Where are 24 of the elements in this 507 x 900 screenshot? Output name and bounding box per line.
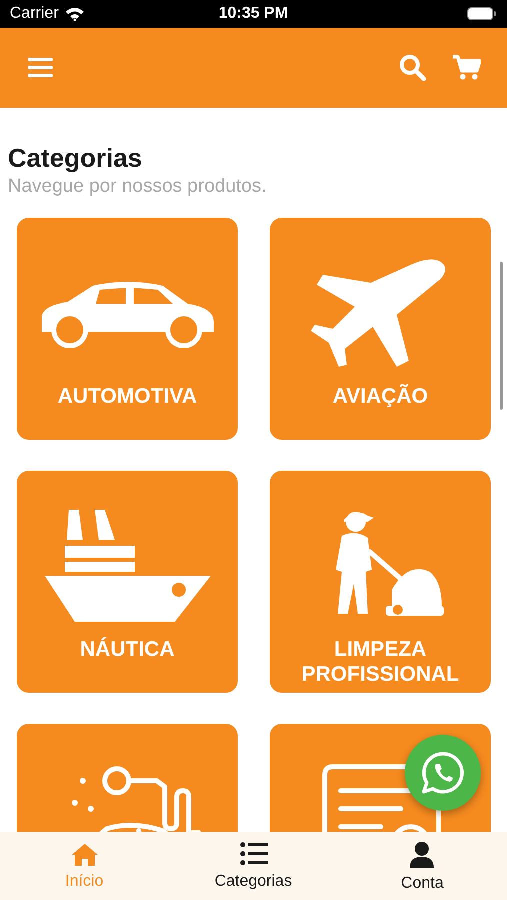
time-label: 10:35 PM — [218, 4, 288, 24]
list-icon — [240, 842, 268, 866]
cart-icon — [453, 55, 481, 81]
search-icon — [399, 54, 427, 82]
category-card[interactable]: AVIAÇÃO — [270, 218, 491, 440]
nav-tab[interactable]: Início — [65, 842, 104, 894]
category-card[interactable]: LIMPEZA PROFISSIONAL — [270, 471, 491, 693]
category-card[interactable]: NÁUTICA — [17, 471, 238, 693]
phone-chat-icon — [421, 751, 465, 795]
nav-tab[interactable]: Conta — [401, 842, 444, 896]
nav-tab[interactable]: Categorias — [214, 842, 292, 894]
page-subtitle: Navegue por nossos produtos. — [8, 175, 268, 199]
wifi-icon — [64, 7, 85, 21]
battery-icon — [467, 7, 497, 21]
carrier-label: Carrier — [10, 4, 59, 24]
page-title: Categorias — [8, 142, 144, 174]
cart-button[interactable] — [453, 55, 481, 81]
category-card[interactable]: AUTOMOTIVA — [17, 218, 238, 440]
user-icon — [410, 842, 434, 868]
search-button[interactable] — [399, 54, 427, 82]
home-icon — [70, 842, 98, 866]
ship-icon — [44, 510, 210, 622]
menu-icon — [28, 57, 53, 79]
menu-button[interactable] — [28, 57, 53, 79]
